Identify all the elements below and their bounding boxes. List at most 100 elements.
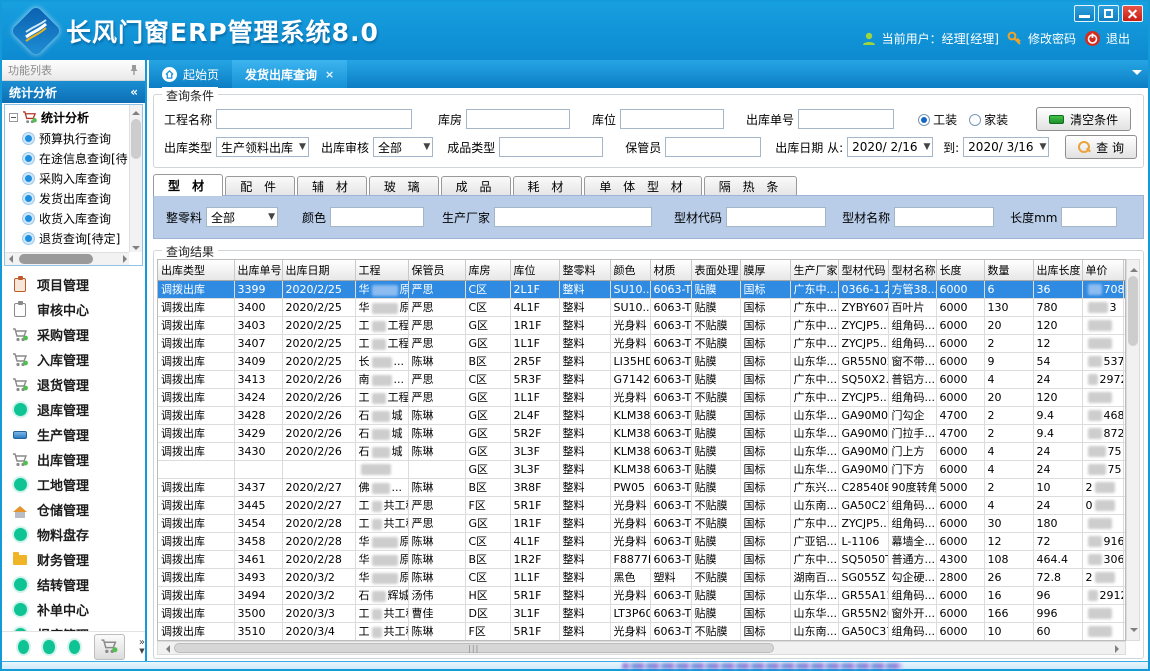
table-row[interactable]: 调拨出库34072020/2/25工工程严思G区1L1F整料光身料6063-T5… [158,334,1126,352]
table-row[interactable]: 调拨出库34032020/2/25工工程严思G区1R1F整料光身料6063-T5… [158,316,1126,334]
tree-item[interactable]: 发货出库查询 [7,188,128,208]
column-header[interactable]: 数量 [984,260,1033,280]
sidebar-item-报废管理[interactable]: 报废管理 [12,622,145,631]
profile-name-input[interactable] [894,207,994,227]
material-tab[interactable]: 隔 热 条 [704,176,798,196]
quick-dot-icon[interactable] [18,640,29,654]
material-tab[interactable]: 单 体 型 材 [584,176,701,196]
audit-select[interactable]: 全部▼ [373,137,433,157]
table-horizontal-scrollbar[interactable]: ||| [157,641,1126,655]
table-row[interactable]: 调拨出库34932020/3/2华原..陈琳C区1L1F整料黑色塑料不贴膜国标湖… [158,568,1126,586]
column-header[interactable]: 出库类型 [158,260,234,280]
sidebar-item-退库管理[interactable]: 退库管理 [12,397,145,422]
logout-button[interactable]: 退出 [1084,30,1130,47]
sidebar-item-工地管理[interactable]: 工地管理 [12,472,145,497]
tabstrip-dropdown-icon[interactable] [1132,70,1142,80]
location-input[interactable] [620,109,724,129]
pin-icon[interactable] [129,64,139,76]
color-input[interactable] [330,207,424,227]
piece-select[interactable]: 全部▼ [206,207,278,227]
column-header[interactable]: 表面处理 [691,260,740,280]
tree-horizontal-scrollbar[interactable] [5,252,129,265]
clear-conditions-button[interactable]: 清空条件 [1036,107,1131,131]
column-header[interactable]: 库房 [465,260,510,280]
table-row[interactable]: 调拨出库35002020/3/3工共工程曹佳D区3L1F整料LT3P606063… [158,604,1126,622]
out-type-select[interactable]: 生产领料出库▼ [216,137,309,157]
table-row[interactable]: 调拨出库34302020/2/26石城陈琳G区3L3F整料KLM38176063… [158,442,1126,460]
keeper-input[interactable] [665,137,761,157]
column-header[interactable]: 生产厂家 [790,260,838,280]
tab-close-icon[interactable]: × [325,68,334,81]
column-header[interactable]: 整零料 [559,260,610,280]
tree-item[interactable]: 退货查询[待定] [7,228,128,248]
table-row[interactable]: 调拨出库34292020/2/26石城陈琳G区5R2F整料KLM38176063… [158,424,1126,442]
sidebar-item-结转管理[interactable]: 结转管理 [12,572,145,597]
sidebar-item-财务管理[interactable]: 财务管理 [12,547,145,572]
quick-dot-icon[interactable] [69,640,80,654]
minimize-button[interactable] [1074,5,1095,22]
column-header[interactable]: 保管员 [408,260,465,280]
column-header[interactable]: 单价 [1082,260,1123,280]
material-tab[interactable]: 型 材 [153,174,223,196]
table-row[interactable]: 调拨出库35102020/3/4工共工程陈琳F区5R1F整料光身料6063-T5… [158,622,1126,640]
table-row[interactable]: 调拨出库34242020/2/26工工程严思G区1L1F整料光身料6063-T5… [158,388,1126,406]
column-header[interactable]: 出库单号 [234,260,282,280]
section-header-statistics[interactable]: 统计分析 « [2,81,145,103]
sidebar-item-出库管理[interactable]: 出库管理 [12,447,145,472]
menu-overflow-button[interactable]: »▼ [139,639,145,655]
table-row[interactable]: 调拨出库34132020/2/26南...严思C区5R3F整料G71422606… [158,370,1126,388]
material-tab[interactable]: 成 品 [441,176,511,196]
table-row[interactable]: 调拨出库34452020/2/27工共工程严思F区5R1F整料光身料6063-T… [158,496,1126,514]
column-header[interactable]: 型材代码 [838,260,888,280]
column-header[interactable]: 库位 [510,260,559,280]
column-header[interactable]: 工程 [355,260,408,280]
table-row[interactable]: 调拨出库34582020/2/28华原..陈琳C区4L1F整料光身料6063-T… [158,532,1126,550]
project-name-input[interactable] [216,109,412,129]
product-type-input[interactable] [499,137,603,157]
table-row[interactable]: 调拨出库34372020/2/27佛...陈琳B区3R8F整料PW056063-… [158,478,1126,496]
tree-vertical-scrollbar[interactable] [129,105,142,252]
material-tab[interactable]: 玻 璃 [369,176,439,196]
column-header[interactable]: 膜厚 [740,260,790,280]
sidebar-item-退货管理[interactable]: 退货管理 [12,372,145,397]
maker-input[interactable] [494,207,652,227]
table-row[interactable]: 调拨出库34542020/2/28工共工程严思G区1R1F整料光身料6063-T… [158,514,1126,532]
table-row[interactable]: 调拨出库33992020/2/25华原..严思C区2L1F整料SU10...60… [158,280,1126,298]
sidebar-item-物料盘存[interactable]: 物料盘存 [12,522,145,547]
material-tab[interactable]: 耗 材 [513,176,583,196]
maximize-button[interactable] [1098,5,1119,22]
date-to-picker[interactable]: 2020/ 3/16▼ [963,137,1049,157]
table-row[interactable]: 调拨出库34092020/2/25长...陈琳B区2R5F整料LI35HD606… [158,352,1126,370]
tree-item[interactable]: 预算执行查询 [7,128,128,148]
tree-item[interactable]: 退库管理[待定] [7,248,128,251]
close-button[interactable] [1122,5,1143,22]
sidebar-item-项目管理[interactable]: 项目管理 [12,272,145,297]
radio-jiazhuang[interactable]: 家装 [969,111,1008,128]
tab-home[interactable]: 起始页 [149,60,232,88]
table-row[interactable]: G区3L3F整料KLM38176063-T5贴膜国标山东华...GA90M09.… [158,460,1126,478]
quick-dot-icon[interactable] [43,640,54,654]
column-header[interactable]: 长度 [936,260,984,280]
table-row[interactable]: 调拨出库34002020/2/25华原..严思C区4L1F整料SU10...60… [158,298,1126,316]
sidebar-item-补单中心[interactable]: 补单中心 [12,597,145,622]
sidebar-item-采购管理[interactable]: 采购管理 [12,322,145,347]
collapse-chevrons-icon[interactable]: « [130,85,138,99]
sidebar-item-入库管理[interactable]: 入库管理 [12,347,145,372]
tree-item[interactable]: 在途信息查询[待 [7,148,128,168]
table-row[interactable]: 调拨出库34612020/2/28华原..陈琳B区1R2F整料F8877FT60… [158,550,1126,568]
profile-code-input[interactable] [726,207,826,227]
tree-item[interactable]: 采购入库查询 [7,168,128,188]
tree-item[interactable]: 收货入库查询 [7,208,128,228]
change-password-button[interactable]: 修改密码 [1007,30,1076,47]
warehouse-input[interactable] [466,109,570,129]
table-vertical-scrollbar[interactable] [1126,259,1140,641]
tree-expander-icon[interactable] [9,113,18,122]
length-input[interactable] [1061,207,1117,227]
material-tab[interactable]: 配 件 [225,176,295,196]
column-header[interactable]: 出库日期 [282,260,355,280]
column-header[interactable]: 材质 [650,260,691,280]
table-row[interactable]: 调拨出库34942020/3/2石辉城汤伟H区5R1F整料光身料6063-T5贴… [158,586,1126,604]
table-row[interactable]: 调拨出库34282020/2/26石城陈琳G区2L4F整料KLM38176063… [158,406,1126,424]
date-from-picker[interactable]: 2020/ 2/16▼ [847,137,933,157]
cart-quick-button[interactable] [94,634,125,660]
